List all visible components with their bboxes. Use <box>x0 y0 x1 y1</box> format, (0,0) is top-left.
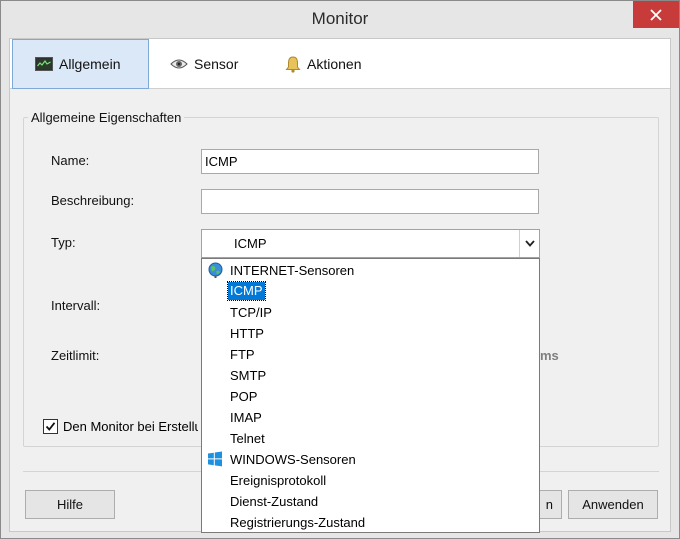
dropdown-item-tcpip[interactable]: TCP/IP <box>202 302 539 323</box>
dropdown-group-internet: INTERNET-Sensoren <box>202 260 539 281</box>
tab-sensor-label: Sensor <box>194 56 239 72</box>
type-select[interactable]: ICMP <box>201 229 540 258</box>
dropdown-item-icmp[interactable]: ICMP <box>202 281 539 302</box>
description-input[interactable] <box>201 189 539 214</box>
chevron-down-icon <box>524 240 535 247</box>
monitor-dialog: Monitor Allgemein Sensor Aktionen Allgem… <box>0 0 680 539</box>
window-title: Monitor <box>311 9 369 28</box>
name-input[interactable] <box>201 149 539 174</box>
checkbox-box[interactable] <box>43 419 58 434</box>
monitor-chart-icon <box>35 56 53 72</box>
bell-icon <box>285 55 301 73</box>
dropdown-item-service-state[interactable]: Dienst-Zustand <box>202 491 539 512</box>
apply-button[interactable]: Anwenden <box>568 490 658 519</box>
title-bar: Monitor <box>1 1 679 38</box>
dialog-body: Allgemein Sensor Aktionen Allgemeine Eig… <box>9 38 671 533</box>
tab-actions-label: Aktionen <box>307 56 362 72</box>
tab-sensor[interactable]: Sensor <box>170 39 270 89</box>
dropdown-item-pop[interactable]: POP <box>202 386 539 407</box>
dropdown-arrow[interactable] <box>519 230 539 257</box>
tab-actions[interactable]: Aktionen <box>285 39 395 89</box>
dropdown-group-windows: WINDOWS-Sensoren <box>202 449 539 470</box>
close-icon <box>650 8 662 21</box>
tab-bar: Allgemein Sensor Aktionen <box>10 39 670 89</box>
close-button[interactable] <box>633 1 679 28</box>
timeout-label: Zeitlimit: <box>51 348 100 363</box>
eye-icon <box>170 58 188 70</box>
interval-label: Intervall: <box>51 298 101 313</box>
dropdown-item-http[interactable]: HTTP <box>202 323 539 344</box>
checkmark-icon <box>45 422 56 431</box>
create-monitor-label: Den Monitor bei Erstellung <box>63 419 198 434</box>
dropdown-item-registry-state[interactable]: Registrierungs-Zustand <box>202 512 539 532</box>
description-label: Beschreibung: <box>51 193 135 208</box>
tab-general[interactable]: Allgemein <box>12 39 149 89</box>
type-label: Typ: <box>51 235 76 250</box>
type-dropdown-list: INTERNET-Sensoren ICMP TCP/IP HTTP FTP S… <box>201 258 540 533</box>
create-monitor-checkbox[interactable]: Den Monitor bei Erstellung <box>43 419 198 434</box>
dropdown-item-ftp[interactable]: FTP <box>202 344 539 365</box>
group-title: Allgemeine Eigenschaften <box>28 110 185 125</box>
dropdown-item-imap[interactable]: IMAP <box>202 407 539 428</box>
dropdown-item-eventlog[interactable]: Ereignisprotokoll <box>202 470 539 491</box>
timeout-unit: ms <box>540 348 559 363</box>
help-button[interactable]: Hilfe <box>25 490 115 519</box>
dropdown-item-smtp[interactable]: SMTP <box>202 365 539 386</box>
dropdown-item-telnet[interactable]: Telnet <box>202 428 539 449</box>
tab-general-label: Allgemein <box>59 56 121 72</box>
type-select-value: ICMP <box>234 236 267 251</box>
name-label: Name: <box>51 153 90 168</box>
